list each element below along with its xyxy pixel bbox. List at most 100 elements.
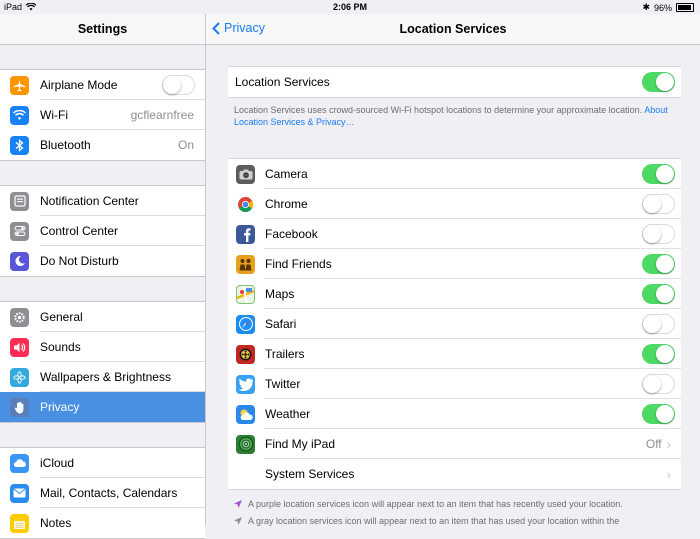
app-label: Maps <box>265 287 295 301</box>
description-text: Location Services uses crowd-sourced Wi-… <box>234 105 643 115</box>
app-row-weather[interactable]: Weather <box>228 399 681 429</box>
sidebar-item-label: Notification Center <box>40 194 139 208</box>
toggle-knob <box>656 345 674 363</box>
navigation-bar: Privacy Location Services <box>206 14 700 45</box>
control-center-icon <box>10 221 29 241</box>
location-services-toggle[interactable] <box>642 72 675 92</box>
sidebar-title: Settings <box>0 14 205 45</box>
app-label: System Services <box>265 467 355 481</box>
sidebar-item-sounds[interactable]: Sounds <box>0 332 205 362</box>
battery-level <box>678 5 692 10</box>
toggle-knob <box>643 195 661 213</box>
location-toggle[interactable] <box>642 404 675 424</box>
app-row-chrome[interactable]: Chrome <box>228 189 681 219</box>
app-row-trailers[interactable]: Trailers <box>228 339 681 369</box>
app-row-maps[interactable]: Maps <box>228 279 681 309</box>
cloud-icon <box>10 453 29 473</box>
sidebar-item-mail-contacts-calendars[interactable]: Mail, Contacts, Calendars <box>0 478 205 508</box>
moon-icon <box>10 251 29 271</box>
chevron-right-icon: › <box>666 436 671 452</box>
sidebar-item-privacy[interactable]: Privacy <box>0 392 205 422</box>
location-toggle[interactable] <box>642 224 675 244</box>
location-toggle[interactable] <box>642 314 675 334</box>
app-label: Safari <box>265 317 297 331</box>
sidebar-item-label: Airplane Mode <box>40 78 118 92</box>
master-toggle-card: Location Services <box>228 66 681 98</box>
weather-icon <box>236 404 255 424</box>
toggle-knob <box>643 375 661 393</box>
page-title: Location Services <box>399 22 507 36</box>
location-toggle[interactable] <box>642 194 675 214</box>
battery-icon <box>676 3 694 12</box>
sidebar-item-do-not-disturb[interactable]: Do Not Disturb <box>0 246 205 276</box>
sidebar-item-airplane-mode[interactable]: Airplane Mode <box>0 70 205 100</box>
app-row-twitter[interactable]: Twitter <box>228 369 681 399</box>
sidebar-item-notes[interactable]: Notes <box>0 508 205 538</box>
wifi-icon <box>10 105 29 125</box>
sidebar-item-wi-fi[interactable]: Wi-Fi gcflearnfree <box>0 100 205 130</box>
sidebar-item-bluetooth[interactable]: Bluetooth On <box>0 130 205 160</box>
sidebar-item-label: Privacy <box>40 400 80 414</box>
sidebar-item-label: Wi-Fi <box>40 108 68 122</box>
bluetooth-icon <box>10 135 29 155</box>
app-row-find-my-ipad[interactable]: Find My iPad Off › <box>228 429 681 459</box>
app-label: Find Friends <box>265 257 332 271</box>
facebook-icon <box>236 224 255 244</box>
app-row-camera[interactable]: Camera <box>228 159 681 189</box>
camera-icon <box>236 164 255 184</box>
sidebar-item-label: iCloud <box>40 456 75 470</box>
location-toggle[interactable] <box>642 284 675 304</box>
sidebar-item-notification-center[interactable]: Notification Center <box>0 186 205 216</box>
sidebar-item-label: Wallpapers & Brightness <box>40 370 171 384</box>
app-row-safari[interactable]: Safari <box>228 309 681 339</box>
toggle-knob <box>656 405 674 423</box>
location-toggle[interactable] <box>642 164 675 184</box>
toggle-knob <box>163 76 181 94</box>
footer-note-purple: A purple location services icon will app… <box>234 499 684 509</box>
flower-icon <box>10 367 29 387</box>
find-my-icon <box>236 434 255 454</box>
app-label: Trailers <box>265 347 305 361</box>
app-label: Find My iPad <box>265 437 336 451</box>
airplane-icon <box>10 75 29 95</box>
apps-list: Camera Chrome Facebook Find Friends Maps Safa… <box>228 158 681 490</box>
airplane-mode-toggle[interactable] <box>162 75 195 95</box>
sidebar-item-value: gcflearnfree <box>130 108 194 122</box>
mail-icon <box>10 483 29 503</box>
sidebar-item-label: Mail, Contacts, Calendars <box>40 486 178 500</box>
toggle-knob <box>643 315 661 333</box>
location-toggle[interactable] <box>642 254 675 274</box>
app-label: Weather <box>265 407 311 421</box>
twitter-icon <box>236 374 255 394</box>
sidebar-item-label: Notes <box>40 516 72 530</box>
app-value: Off <box>645 437 662 451</box>
app-row-system-services[interactable]: System Services › <box>228 459 681 489</box>
location-arrow-purple-icon <box>234 500 242 508</box>
find-friends-icon <box>236 254 255 274</box>
sidebar-item-control-center[interactable]: Control Center <box>0 216 205 246</box>
settings-group: General Sounds Wallpapers & Brightness Priv… <box>0 301 205 423</box>
chrome-icon <box>236 194 255 214</box>
app-row-facebook[interactable]: Facebook <box>228 219 681 249</box>
sidebar-item-general[interactable]: General <box>0 302 205 332</box>
battery-percent: 96% <box>653 2 672 13</box>
location-toggle[interactable] <box>642 344 675 364</box>
status-bar: iPad 2:06 PM ✱ 96% <box>0 0 700 14</box>
settings-group: Airplane Mode Wi-Fi gcflearnfree Bluetooth O… <box>0 69 205 161</box>
toggle-knob <box>656 165 674 183</box>
toggle-knob <box>656 255 674 273</box>
app-row-find-friends[interactable]: Find Friends <box>228 249 681 279</box>
location-toggle[interactable] <box>642 374 675 394</box>
location-services-row[interactable]: Location Services <box>228 67 681 97</box>
speaker-icon <box>10 337 29 357</box>
bluetooth-status-icon: ✱ <box>642 2 650 12</box>
sidebar-item-wallpapers-brightness[interactable]: Wallpapers & Brightness <box>0 362 205 392</box>
sidebar-item-icloud[interactable]: iCloud <box>0 448 205 478</box>
sidebar-item-label: Control Center <box>40 224 119 238</box>
notification-icon <box>10 191 29 211</box>
sidebar-item-label: Bluetooth <box>40 138 91 152</box>
